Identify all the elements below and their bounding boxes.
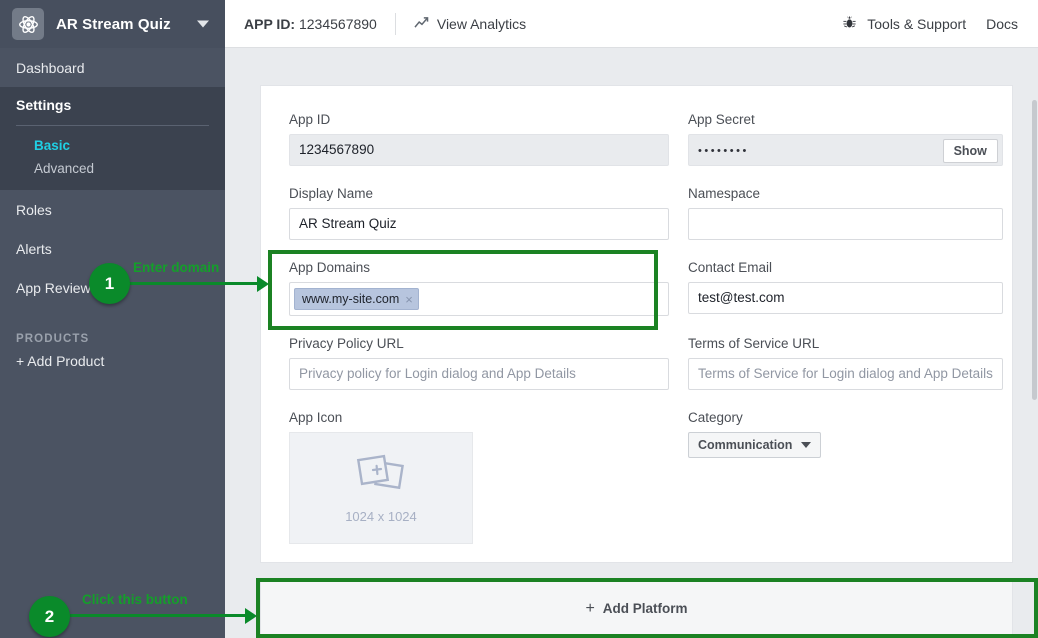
- app-id-field-label: App ID: [289, 112, 331, 127]
- field-terms-of-service-url: Terms of Service URL Terms of Service fo…: [688, 336, 1003, 390]
- app-id-display: APP ID: 1234567890: [244, 16, 377, 32]
- field-app-secret: App Secret •••••••• Show: [688, 112, 1003, 166]
- tools-support-link[interactable]: Tools & Support: [842, 15, 966, 33]
- app-icon-size-text: 1024 x 1024: [345, 508, 417, 524]
- app-id-input[interactable]: 1234567890: [289, 134, 669, 166]
- field-namespace: Namespace: [688, 186, 1003, 240]
- sidebar-settings-group: Settings Basic Advanced: [0, 87, 225, 190]
- sidebar-item-label: Roles: [16, 201, 52, 218]
- close-icon[interactable]: ×: [405, 293, 413, 306]
- sidebar-item-label: Settings: [16, 97, 72, 113]
- basic-settings-card: App ID 1234567890 App Secret •••••••• Sh…: [260, 85, 1013, 563]
- sidebar-subitem-label: Basic: [34, 138, 71, 153]
- show-secret-button[interactable]: Show: [942, 139, 998, 163]
- add-photo-icon: [353, 453, 409, 502]
- app-id-value: 1234567890: [298, 15, 377, 32]
- terms-of-service-input[interactable]: Terms of Service for Login dialog and Ap…: [688, 358, 1003, 390]
- field-category: Category Communication: [688, 410, 1003, 544]
- topbar-divider: [394, 12, 396, 35]
- privacy-policy-field-label: Privacy Policy URL: [289, 336, 404, 351]
- sidebar-item-add-product[interactable]: + Add Product: [0, 353, 225, 369]
- sidebar-section-products: PRODUCTS: [16, 333, 90, 345]
- annotation-marker-2: 2: [29, 596, 70, 637]
- view-analytics-link[interactable]: View Analytics: [414, 16, 526, 32]
- sidebar-item-label: App Review: [16, 279, 91, 296]
- app-root: AR Stream Quiz Dashboard Settings Basic …: [0, 0, 1038, 638]
- field-app-id: App ID 1234567890: [289, 112, 669, 166]
- field-app-icon: App Icon 1024 x 1024: [289, 410, 669, 544]
- display-name-field-label: Display Name: [289, 186, 374, 201]
- content-area: App ID 1234567890 App Secret •••••••• Sh…: [225, 48, 1038, 638]
- contact-email-field-label: Contact Email: [688, 260, 773, 275]
- sidebar-item-label: Alerts: [16, 240, 52, 257]
- sidebar-item-label: Dashboard: [16, 59, 85, 76]
- plus-icon: +: [585, 599, 595, 617]
- field-display-name: Display Name AR Stream Quiz: [289, 186, 669, 240]
- add-platform-label: Add Platform: [602, 601, 688, 616]
- sidebar-subitem-label: Advanced: [34, 161, 95, 176]
- docs-link[interactable]: Docs: [986, 16, 1018, 32]
- app-icon-upload-box[interactable]: 1024 x 1024: [289, 432, 473, 544]
- display-name-input[interactable]: AR Stream Quiz: [289, 208, 669, 240]
- app-icon-field-label: App Icon: [289, 410, 343, 425]
- brand-header[interactable]: AR Stream Quiz: [0, 0, 225, 48]
- contact-email-input[interactable]: test@test.com: [688, 282, 1003, 314]
- category-select[interactable]: Communication: [688, 432, 822, 458]
- field-app-domains: App Domains www.my-site.com ×: [289, 260, 669, 316]
- domain-token-label: www.my-site.com: [302, 292, 400, 306]
- field-contact-email: Contact Email test@test.com: [688, 260, 1003, 316]
- app-domains-field-label: App Domains: [289, 260, 371, 275]
- terms-of-service-field-label: Terms of Service URL: [688, 336, 820, 351]
- annotation-arrow-2: [70, 614, 246, 617]
- privacy-policy-input[interactable]: Privacy policy for Login dialog and App …: [289, 358, 669, 390]
- namespace-input[interactable]: [688, 208, 1003, 240]
- brand-name: AR Stream Quiz: [56, 15, 171, 33]
- docs-label: Docs: [986, 15, 1018, 32]
- annotation-label-1: Enter domain: [133, 260, 220, 275]
- topbar: APP ID: 1234567890 View Analytics Tools …: [225, 0, 1038, 48]
- app-secret-field-label: App Secret: [688, 112, 755, 127]
- tools-support-label: Tools & Support: [867, 15, 967, 32]
- category-field-label: Category: [688, 410, 743, 425]
- annotation-marker-1: 1: [89, 263, 130, 304]
- namespace-field-label: Namespace: [688, 186, 761, 201]
- sidebar-divider: [16, 125, 209, 126]
- field-privacy-policy-url: Privacy Policy URL Privacy policy for Lo…: [289, 336, 669, 390]
- form-grid: App ID 1234567890 App Secret •••••••• Sh…: [289, 112, 1003, 564]
- category-selected-value: Communication: [698, 438, 793, 452]
- annotation-label-2: Click this button: [82, 592, 188, 607]
- sidebar-item-advanced[interactable]: Advanced: [0, 157, 225, 180]
- sidebar-item-dashboard[interactable]: Dashboard: [0, 48, 225, 87]
- topbar-left-group: APP ID: 1234567890 View Analytics: [225, 12, 526, 35]
- sidebar-item-roles[interactable]: Roles: [0, 190, 225, 229]
- view-analytics-label: View Analytics: [436, 15, 527, 32]
- app-domains-input[interactable]: www.my-site.com ×: [289, 282, 669, 316]
- bug-icon: [842, 15, 857, 33]
- atom-icon: [12, 8, 44, 40]
- sidebar-item-basic[interactable]: Basic: [0, 134, 225, 157]
- domain-token[interactable]: www.my-site.com ×: [294, 288, 419, 310]
- chevron-down-icon: [801, 442, 812, 448]
- app-secret-value: ••••••••: [698, 145, 749, 157]
- topbar-right-group: Tools & Support Docs: [842, 15, 1038, 33]
- sidebar-item-settings[interactable]: Settings: [0, 87, 225, 123]
- add-platform-button[interactable]: + Add Platform: [260, 581, 1013, 636]
- annotation-arrow-1: [126, 282, 258, 285]
- app-id-label: APP ID:: [244, 15, 296, 32]
- app-secret-input[interactable]: •••••••• Show: [688, 134, 1003, 166]
- scrollbar-thumb[interactable]: [1032, 100, 1037, 400]
- sidebar: AR Stream Quiz Dashboard Settings Basic …: [0, 0, 225, 638]
- trending-up-icon: [414, 16, 429, 32]
- card-inner: App ID 1234567890 App Secret •••••••• Sh…: [261, 86, 1012, 564]
- chevron-down-icon[interactable]: [197, 20, 209, 28]
